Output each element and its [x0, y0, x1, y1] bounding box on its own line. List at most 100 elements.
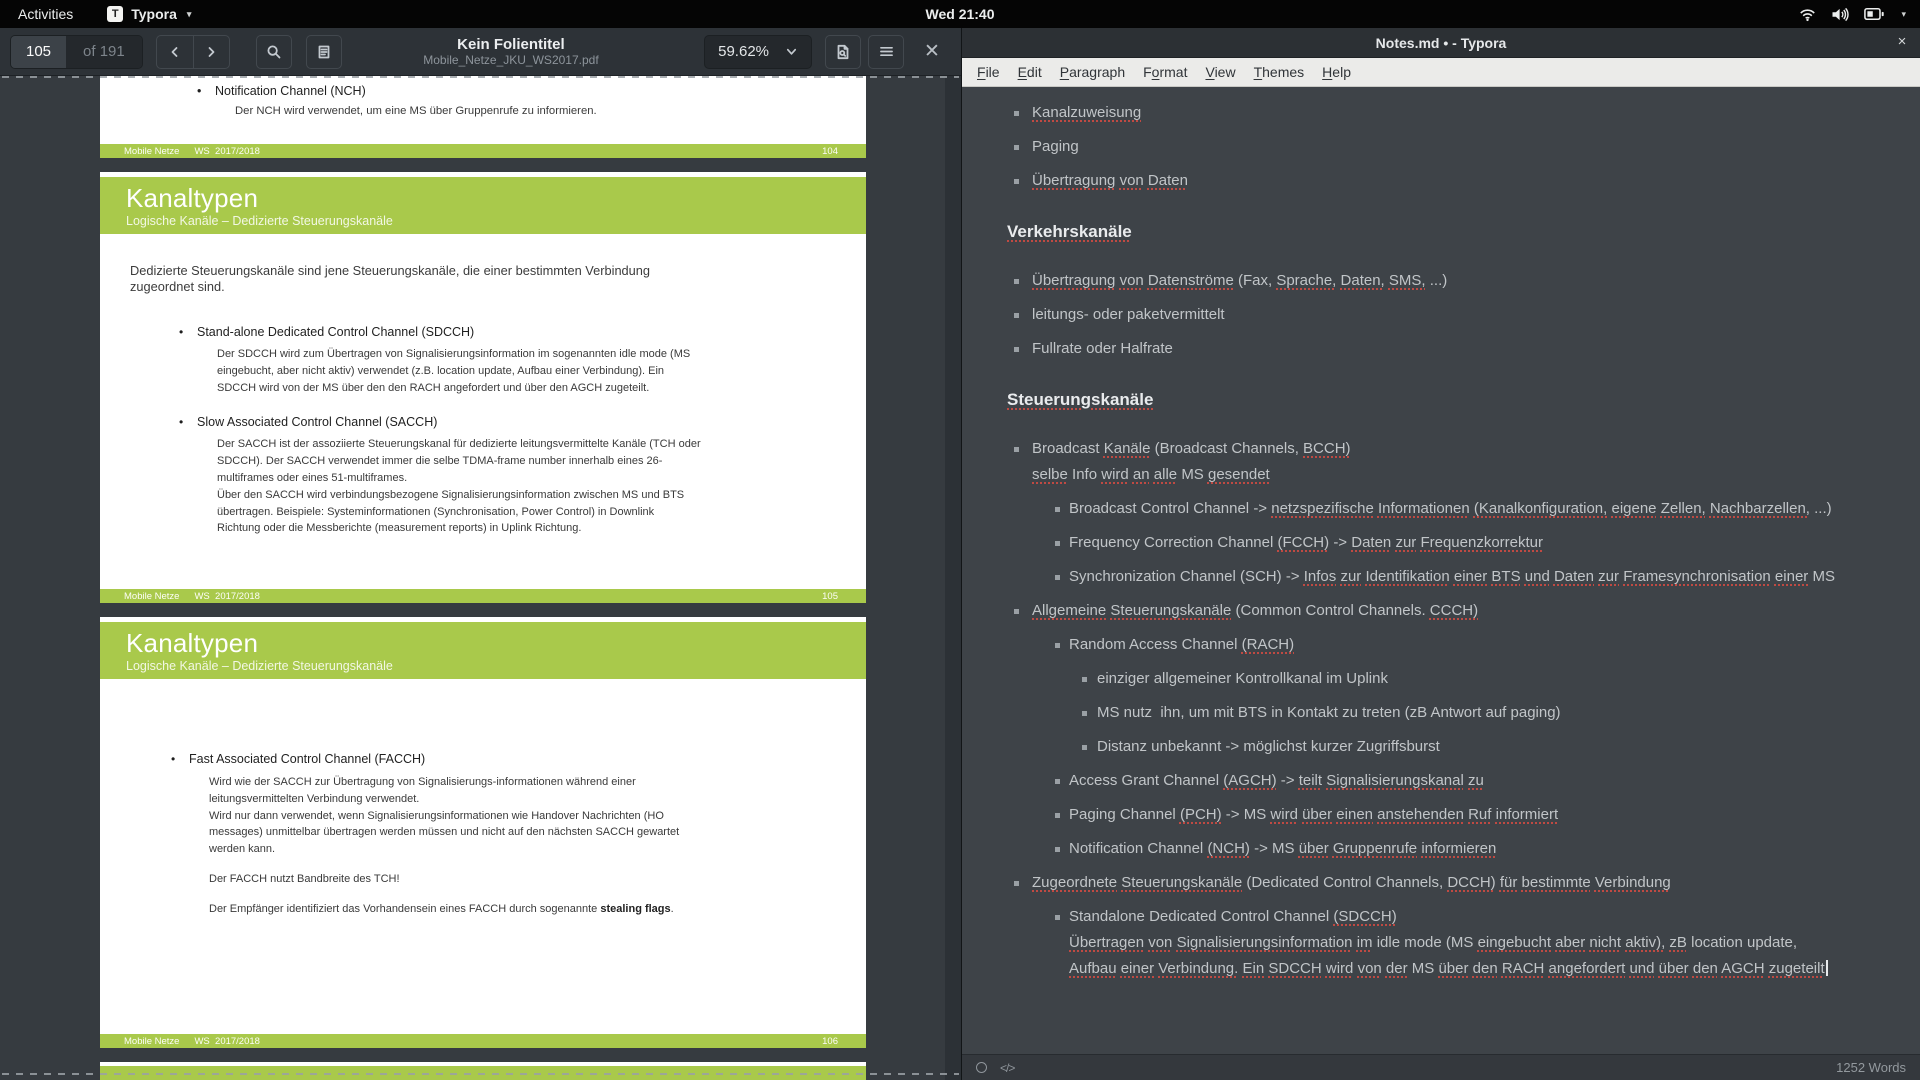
- pdf-vertical-scrollbar[interactable]: [945, 76, 961, 1080]
- note-bullet-item[interactable]: Allgemeine Steuerungskanäle (Common Cont…: [1007, 601, 1900, 621]
- misspelled-word: Allgemeine: [1032, 602, 1106, 619]
- misspelled-word: Signalisierungskanal: [1326, 772, 1464, 789]
- menu-file[interactable]: File: [968, 58, 1009, 87]
- footer-term: WS 2017/2018: [194, 146, 260, 157]
- misspelled-word: aber: [1555, 934, 1585, 951]
- note-bullet-item[interactable]: Kanalzuweisung: [1007, 103, 1900, 123]
- note-bullet-item[interactable]: leitungs- oder paketvermittelt: [1007, 305, 1900, 325]
- menu-paragraph[interactable]: Paragraph: [1051, 58, 1134, 87]
- search-button[interactable]: [256, 35, 292, 69]
- activities-button[interactable]: Activities: [18, 6, 73, 22]
- note-bullet-item[interactable]: Distanz unbekannt -> möglichst kurzer Zu…: [1007, 737, 1900, 757]
- misspelled-word: (AGCH): [1223, 772, 1276, 789]
- note-bullet-item[interactable]: Random Access Channel (RACH): [1007, 635, 1900, 655]
- slide-subtitle: Logische Kanäle – Dedizierte Steuerungsk…: [126, 214, 866, 228]
- region-dashed-border-bottom: [2, 1073, 959, 1075]
- note-bullet-item[interactable]: Broadcast Control Channel -> netzspezifi…: [1007, 499, 1900, 519]
- note-bullet-item[interactable]: Frequency Correction Channel (FCCH) -> D…: [1007, 533, 1900, 553]
- slide-title: Kanaltypen: [126, 183, 866, 213]
- note-bullet-item[interactable]: Zugeordnete Steuerungskanäle (Dedicated …: [1007, 873, 1900, 893]
- misspelled-word: informiert: [1496, 806, 1559, 823]
- note-bullet-item[interactable]: Übertragung von Daten: [1007, 171, 1900, 191]
- misspelled-word: AGCH: [1721, 960, 1764, 977]
- page-number-input[interactable]: 105: [11, 36, 66, 68]
- note-text: Allgemeine Steuerungskanäle (Common Cont…: [1032, 602, 1478, 619]
- bullet-marker-icon: [1055, 507, 1060, 512]
- typora-statusbar: </> 1252 Words: [962, 1054, 1920, 1080]
- misspelled-word: zB: [1669, 934, 1687, 951]
- markdown-editor[interactable]: Kanalzuweisung Paging Übertragung von Date…: [962, 87, 1920, 1054]
- chevron-down-icon: [785, 45, 798, 58]
- slide-paragraph: Der SACCH ist der assoziierte Steuerungs…: [217, 436, 817, 537]
- misspelled-word: (NCH): [1207, 840, 1250, 857]
- misspelled-word: aktiv),: [1625, 934, 1665, 951]
- note-bullet-item[interactable]: Synchronization Channel (SCH) -> Infos z…: [1007, 567, 1900, 587]
- misspelled-word: Ruf: [1468, 806, 1491, 823]
- pdf-page-105: Kanaltypen Logische Kanäle – Dedizierte …: [100, 172, 866, 603]
- misspelled-word: und: [1525, 568, 1550, 585]
- note-text: Broadcast Kanäle (Broadcast Channels, BC…: [1032, 440, 1351, 457]
- focus-mode-icon[interactable]: [976, 1062, 987, 1073]
- note-bullet-item[interactable]: Fullrate oder Halfrate: [1007, 339, 1900, 359]
- menu-help[interactable]: Help: [1313, 58, 1360, 87]
- misspelled-word: zu: [1468, 772, 1484, 789]
- misspelled-word: zur: [1340, 568, 1361, 585]
- misspelled-word: Nachbarzellen,: [1710, 500, 1810, 517]
- slide-bullet-text: Notification Channel (NCH): [215, 84, 366, 98]
- next-page-button[interactable]: [193, 36, 229, 68]
- menu-edit[interactable]: Edit: [1009, 58, 1051, 87]
- zoom-level-dropdown[interactable]: 59.62%: [704, 35, 812, 69]
- clock[interactable]: Wed 21:40: [926, 6, 995, 22]
- note-text: Fullrate oder Halfrate: [1032, 340, 1173, 357]
- misspelled-word: einer: [1454, 568, 1487, 585]
- note-text: Kanalzuweisung: [1032, 104, 1141, 121]
- misspelled-word: zur: [1598, 568, 1619, 585]
- document-filename: Mobile_Netze_JKU_WS2017.pdf: [330, 53, 692, 67]
- bullet-marker-icon: [1055, 847, 1060, 852]
- misspelled-word: Framesynchronisation: [1623, 568, 1771, 585]
- note-bullet-item[interactable]: einziger allgemeiner Kontrollkanal im Up…: [1007, 669, 1900, 689]
- focused-app-menu[interactable]: T Typora ▾: [107, 6, 191, 22]
- note-text: Übertragung von Daten: [1032, 172, 1188, 189]
- system-status-area[interactable]: ▾: [1799, 0, 1906, 28]
- focused-app-name: Typora: [131, 6, 177, 22]
- note-bullet-item[interactable]: Broadcast Kanäle (Broadcast Channels, BC…: [1007, 439, 1900, 485]
- hamburger-menu-button[interactable]: [868, 35, 904, 69]
- note-bullet-item[interactable]: Paging: [1007, 137, 1900, 157]
- note-heading[interactable]: Steuerungskanäle: [1007, 389, 1900, 411]
- note-bullet-item[interactable]: Übertragung von Datenströme (Fax, Sprach…: [1007, 271, 1900, 291]
- note-text: Distanz unbekannt -> möglichst kurzer Zu…: [1097, 738, 1440, 755]
- pdf-close-button[interactable]: ✕: [913, 35, 951, 69]
- previous-page-button[interactable]: [157, 36, 193, 68]
- misspelled-word: (PCH): [1180, 806, 1222, 823]
- source-code-mode-icon[interactable]: </>: [1000, 1061, 1014, 1075]
- note-text: Übertragung von Datenströme (Fax, Sprach…: [1032, 272, 1447, 289]
- misspelled-word: RACH: [1502, 960, 1545, 977]
- pdf-scroll-area[interactable]: •Notification Channel (NCH) Der NCH wird…: [0, 76, 961, 1080]
- wifi-icon: [1799, 7, 1816, 22]
- misspelled-word: BTS: [1491, 568, 1520, 585]
- pdf-page-107-sliver: [100, 1062, 866, 1080]
- note-heading[interactable]: Verkehrskanäle: [1007, 221, 1900, 243]
- menu-format[interactable]: Format: [1134, 58, 1196, 87]
- slide-bullet-heading: •Stand-alone Dedicated Control Channel (…: [197, 325, 866, 339]
- note-bullet-item[interactable]: Paging Channel (PCH) -> MS wird über ein…: [1007, 805, 1900, 825]
- slide-subtitle: Logische Kanäle – Dedizierte Steuerungsk…: [126, 659, 866, 673]
- battery-icon: [1864, 7, 1884, 21]
- slide-intro-text: Dedizierte Steuerungskanäle sind jene St…: [130, 263, 730, 295]
- bullet-marker-icon: [1014, 609, 1019, 614]
- chevron-down-icon: ▾: [187, 9, 192, 20]
- menu-view[interactable]: View: [1196, 58, 1244, 87]
- misspelled-word: anstehenden: [1377, 806, 1464, 823]
- note-bullet-item[interactable]: MS nutz ihn, um mit BTS in Kontakt zu tr…: [1007, 703, 1900, 723]
- bullet-icon: •: [179, 325, 183, 339]
- note-bullet-item[interactable]: Notification Channel (NCH) -> MS über Gr…: [1007, 839, 1900, 859]
- misspelled-word: Zugeordnete: [1032, 874, 1117, 891]
- note-bullet-item[interactable]: Access Grant Channel (AGCH) -> teilt Sig…: [1007, 771, 1900, 791]
- note-bullet-item[interactable]: Standalone Dedicated Control Channel (SD…: [1007, 907, 1900, 979]
- menu-themes[interactable]: Themes: [1245, 58, 1314, 87]
- bullet-marker-icon: [1014, 447, 1019, 452]
- footer-page-number: 105: [822, 591, 838, 602]
- typora-close-button[interactable]: ×: [1884, 28, 1920, 58]
- document-properties-button[interactable]: [825, 35, 861, 69]
